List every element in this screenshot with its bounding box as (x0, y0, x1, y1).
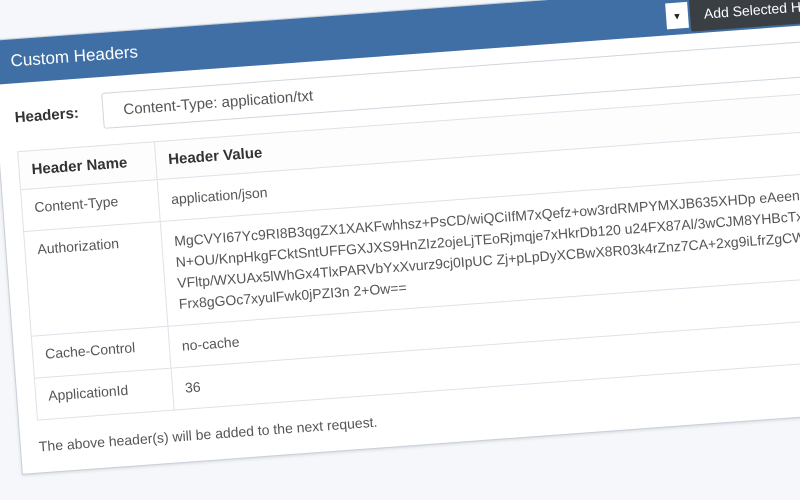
custom-headers-panel: Custom Headers ▾ Add Selected Header Hea… (0, 0, 800, 475)
header-name-cell: Authorization (23, 221, 168, 337)
panel-title: Custom Headers (9, 42, 139, 71)
dropdown-caret-icon[interactable]: ▾ (665, 1, 689, 30)
panel-body: Headers: Header Name Header Value Conten… (0, 22, 800, 474)
headers-label: Headers: (14, 104, 80, 126)
screen: Custom Headers ▾ Add Selected Header Hea… (0, 0, 800, 500)
header-name-cell: ApplicationId (34, 368, 175, 421)
tilted-view: Custom Headers ▾ Add Selected Header Hea… (0, 0, 800, 475)
headers-table: Header Name Header Value Content-Type ap… (17, 87, 800, 421)
